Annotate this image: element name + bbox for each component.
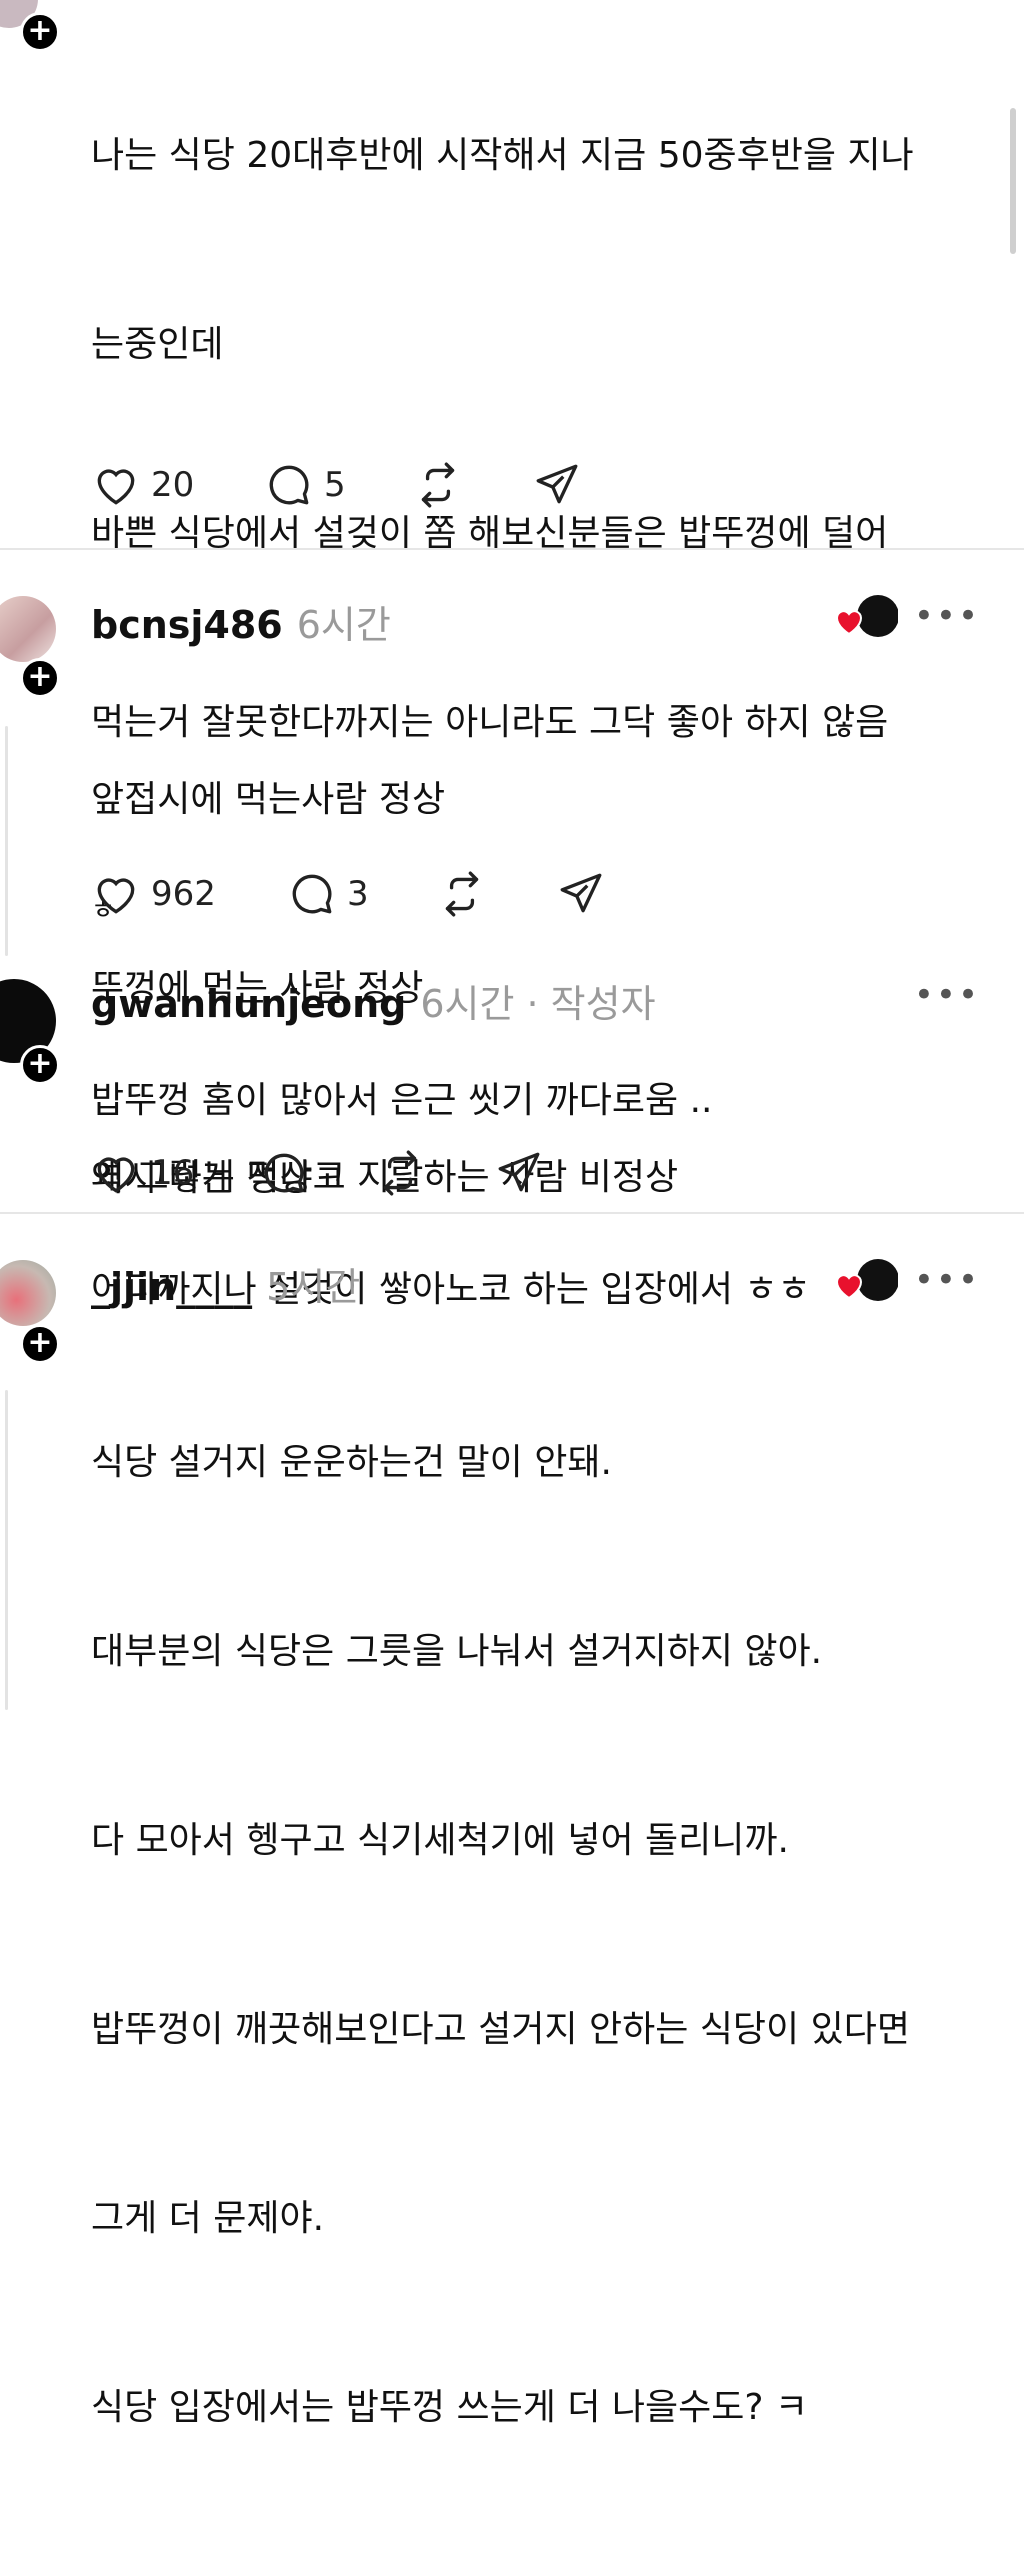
post-line: 앞접시에 먹는사람 정상 xyxy=(91,779,446,820)
username-text[interactable]: bcnsj486 xyxy=(91,603,283,647)
post-line: 나는 식당 20대후반에 시작해서 지금 50중후반을 지나 xyxy=(91,135,914,176)
post-line: 식당 입장에서는 밥뚜껑 쓰는게 더 나을수도? ㅋ xyxy=(91,2387,809,2428)
timestamp: 6시간 xyxy=(296,603,391,647)
timestamp: 6시간 · 작성자 xyxy=(420,982,656,1026)
comment-icon xyxy=(264,1153,304,1193)
creator-liked-badge xyxy=(835,1259,898,1301)
username[interactable]: gwanhunjeong 6시간 · 작성자 xyxy=(91,973,656,1028)
heart-icon xyxy=(97,469,135,505)
share-button[interactable] xyxy=(532,460,582,510)
heart-filled-icon xyxy=(835,1274,863,1300)
username[interactable]: bcnsj486 6시간 xyxy=(91,594,391,649)
repost-button[interactable] xyxy=(375,1148,425,1198)
heart-icon xyxy=(97,1157,135,1193)
username-text[interactable]: gwanhunjeong xyxy=(91,982,406,1026)
post-line: 바쁜 식당에서 설겆이 쫌 해보신분들은 밥뚜껑에 덜어 xyxy=(91,513,889,554)
share-button[interactable] xyxy=(556,869,606,919)
username-text[interactable]: _jjin____ xyxy=(91,1265,252,1309)
reply-button[interactable]: 3 xyxy=(287,869,369,919)
repost-icon xyxy=(445,871,479,917)
like-count: 16 xyxy=(151,1153,195,1193)
follow-button[interactable]: + xyxy=(20,12,60,52)
more-options-button[interactable]: ••• xyxy=(914,596,980,636)
post-line: 식당 설거지 운운하는건 말이 안돼. xyxy=(91,1442,612,1483)
like-count: 20 xyxy=(151,465,195,505)
reply-button[interactable]: 5 xyxy=(264,460,346,510)
reply-button[interactable] xyxy=(259,1148,309,1198)
thread-line xyxy=(5,1390,8,1710)
divider xyxy=(0,548,1024,550)
like-count: 962 xyxy=(151,874,216,914)
share-button[interactable] xyxy=(494,1148,544,1198)
reply-count: 5 xyxy=(324,465,346,505)
comment-icon xyxy=(292,874,332,914)
more-options-button[interactable]: ••• xyxy=(914,975,980,1015)
follow-button[interactable]: + xyxy=(20,1324,60,1364)
scrollbar[interactable] xyxy=(1010,108,1016,254)
creator-liked-badge xyxy=(835,595,898,637)
post-line: 밥뚜껑이 깨끗해보인다고 설거지 안하는 식당이 있다면 xyxy=(91,2009,910,2050)
avatar-icon xyxy=(857,1259,898,1301)
avatar[interactable] xyxy=(0,596,56,662)
follow-button[interactable]: + xyxy=(20,658,60,698)
repost-icon xyxy=(383,1150,417,1196)
username[interactable]: _jjin____ 5시간 xyxy=(91,1256,360,1311)
post-line: 그게 더 문제야. xyxy=(91,2198,325,2239)
heart-icon xyxy=(97,878,135,914)
post-line: 대부분의 식당은 그릇을 나눠서 설거지하지 않아. xyxy=(91,1631,823,1672)
reply-count: 3 xyxy=(347,874,369,914)
repost-icon xyxy=(421,462,455,508)
divider xyxy=(0,1212,1024,1214)
thread-line xyxy=(5,726,8,956)
like-button[interactable]: 16 xyxy=(91,1148,194,1198)
comment-icon xyxy=(269,465,309,505)
avatar-icon xyxy=(857,595,898,637)
send-icon xyxy=(498,1152,540,1192)
follow-button[interactable]: + xyxy=(20,1045,60,1085)
heart-filled-icon xyxy=(835,610,863,636)
send-icon xyxy=(560,873,602,913)
post-line: 다 모아서 헹구고 식기세척기에 넣어 돌리니까. xyxy=(91,1820,789,1861)
send-icon xyxy=(536,464,578,504)
like-button[interactable]: 962 xyxy=(91,869,216,919)
post-line: 는중인데 xyxy=(91,324,224,365)
like-button[interactable]: 20 xyxy=(91,460,194,510)
more-options-button[interactable]: ••• xyxy=(914,1260,980,1300)
repost-button[interactable] xyxy=(413,460,463,510)
avatar[interactable] xyxy=(0,1260,56,1326)
post-body: 식당 설거지 운운하는건 말이 안돼. 대부분의 식당은 그릇을 나눠서 설거지… xyxy=(91,1305,991,2565)
timestamp: 5시간 xyxy=(266,1265,361,1309)
repost-button[interactable] xyxy=(437,869,487,919)
